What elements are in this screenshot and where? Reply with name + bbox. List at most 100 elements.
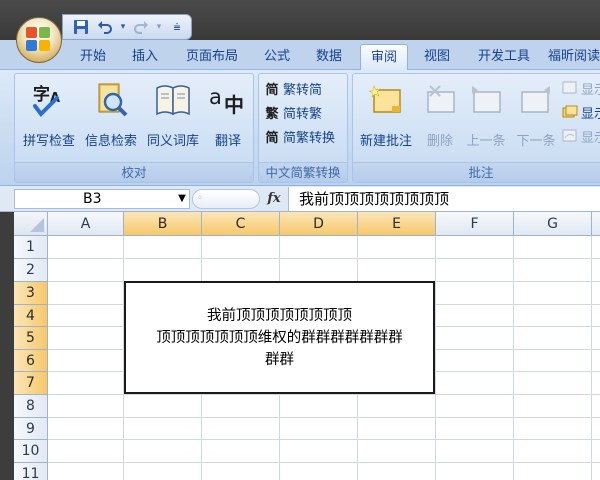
row-header-10[interactable]: 10: [14, 440, 48, 463]
comments-group-label: 批注: [353, 162, 600, 182]
tab-view[interactable]: 视图: [414, 44, 460, 70]
conversion-button[interactable]: 简 简繁转换: [263, 125, 335, 147]
research-label: 信息检索: [84, 134, 137, 149]
gridline: [48, 439, 600, 440]
delete-comment-button[interactable]: 删除: [419, 76, 461, 160]
select-all-button[interactable]: [14, 212, 48, 236]
column-header-g[interactable]: G: [514, 212, 592, 236]
row-header-9[interactable]: 9: [14, 418, 48, 440]
column-header-h[interactable]: [592, 212, 600, 236]
translate-icon: a 中: [208, 80, 248, 120]
show-all-comments-button[interactable]: 显示: [561, 101, 600, 123]
to-traditional-button[interactable]: 繁 简转繁: [263, 101, 322, 123]
conversion-label: 简繁转换: [283, 130, 336, 146]
gridline: [48, 258, 600, 259]
proofing-group-label: 校对: [15, 162, 253, 182]
chinese-conversion-group-label: 中文简繁转换: [259, 162, 347, 182]
insert-function-icon[interactable]: fx: [264, 189, 284, 209]
row-header-8[interactable]: 8: [14, 395, 48, 418]
quick-access-toolbar: ▾ ▾ ⩧: [62, 14, 192, 40]
undo-icon[interactable]: [95, 17, 115, 37]
row-header-7[interactable]: 7: [14, 372, 48, 395]
simplified-icon: 简: [265, 82, 279, 98]
tab-data[interactable]: 数据: [306, 44, 352, 70]
new-comment-label: 新建批注: [359, 134, 412, 149]
row-header-1[interactable]: 1: [14, 236, 48, 259]
thesaurus-button[interactable]: 同义词库: [141, 76, 205, 160]
column-header-b[interactable]: B: [124, 212, 202, 236]
new-comment-button[interactable]: 新建批注: [353, 76, 419, 160]
formula-bar-expand-button[interactable]: ◦: [192, 189, 260, 209]
ribbon-tab-bar: 开始 插入 页面布局 公式 数据 审阅 视图 开发工具 福昕阅读: [0, 40, 600, 70]
customize-icon[interactable]: ⩧: [167, 17, 187, 37]
column-header-d[interactable]: D: [280, 212, 358, 236]
comments-group: 新建批注 删除 上一条 下一条 显 显 显 批注: [352, 73, 600, 183]
row-header-3[interactable]: 3: [14, 282, 48, 305]
worksheet-grid[interactable]: A B C D E F G 1 2 3 4 5 6 7 8 9 10 11 我前…: [14, 212, 600, 480]
tab-developer[interactable]: 开发工具: [466, 44, 542, 70]
spelling-label: 拼写检查: [22, 134, 75, 149]
row-header-4[interactable]: 4: [14, 305, 48, 327]
tab-insert[interactable]: 插入: [122, 44, 168, 70]
new-comment-icon: [366, 80, 406, 120]
tab-formulas[interactable]: 公式: [254, 44, 300, 70]
svg-text:a: a: [209, 85, 222, 109]
row-header-5[interactable]: 5: [14, 327, 48, 350]
next-comment-button[interactable]: 下一条: [511, 76, 561, 160]
formula-bar: B3 ▼ ◦ fx 我前顶顶顶顶顶顶顶顶: [0, 186, 600, 212]
ribbon: 字 A 拼写检查 信息检索 同义词库 a 中 翻译 校对 简 繁转简 繁 简转繁…: [0, 70, 600, 186]
formula-input[interactable]: 我前顶顶顶顶顶顶顶顶: [288, 187, 600, 211]
dropdown-arrow-icon[interactable]: ▾: [119, 17, 127, 37]
dropdown-arrow-icon[interactable]: ▾: [155, 17, 163, 37]
row-header-6[interactable]: 6: [14, 350, 48, 372]
name-box[interactable]: B3: [14, 189, 190, 209]
gridline: [48, 417, 600, 418]
tab-page-layout[interactable]: 页面布局: [176, 44, 248, 70]
row-header-11[interactable]: 11: [14, 463, 48, 480]
show-all-comments-label: 显示: [581, 106, 600, 122]
merged-cell-line-2: 顶顶顶顶顶顶顶维权的群群群群群群群: [156, 330, 403, 346]
previous-comment-icon: [466, 80, 506, 120]
conversion-icon: 简: [265, 130, 279, 146]
merged-cell-line-3: 群群: [265, 352, 294, 368]
show-comment-label: 显示: [581, 82, 600, 98]
show-ink-button[interactable]: 显示: [561, 125, 600, 147]
chinese-conversion-group: 简 繁转简 繁 简转繁 简 简繁转换 中文简繁转换: [258, 73, 348, 183]
column-header-c[interactable]: C: [202, 212, 280, 236]
tab-foxit-reader[interactable]: 福昕阅读: [548, 44, 600, 70]
spelling-button[interactable]: 字 A 拼写检查: [17, 76, 81, 160]
name-box-dropdown-icon[interactable]: ▼: [176, 189, 188, 209]
save-icon[interactable]: [71, 17, 91, 37]
delete-comment-label: 删除: [426, 134, 453, 149]
svg-text:中: 中: [224, 93, 244, 117]
tab-home[interactable]: 开始: [70, 44, 116, 70]
next-comment-icon: [516, 80, 556, 120]
delete-comment-icon: [420, 80, 460, 120]
merged-cell-line-1: 我前顶顶顶顶顶顶顶顶: [207, 308, 352, 324]
translate-button[interactable]: a 中 翻译: [205, 76, 251, 160]
translate-label: 翻译: [214, 134, 241, 149]
to-simplified-button[interactable]: 简 繁转简: [263, 77, 322, 99]
proofing-group: 字 A 拼写检查 信息检索 同义词库 a 中 翻译 校对: [14, 73, 254, 183]
thesaurus-book-icon: [153, 80, 193, 120]
column-header-e[interactable]: E: [358, 212, 436, 236]
row-header-2[interactable]: 2: [14, 259, 48, 282]
previous-comment-button[interactable]: 上一条: [461, 76, 511, 160]
research-button[interactable]: 信息检索: [81, 76, 141, 160]
merged-cell-b3[interactable]: 我前顶顶顶顶顶顶顶顶 顶顶顶顶顶顶顶维权的群群群群群群群 群群: [124, 281, 435, 394]
to-traditional-label: 简转繁: [283, 106, 323, 122]
svg-text:字: 字: [33, 84, 50, 105]
office-button[interactable]: [16, 17, 62, 63]
show-comment-icon: [561, 79, 579, 97]
column-header-f[interactable]: F: [436, 212, 514, 236]
redo-icon[interactable]: [131, 17, 151, 37]
to-simplified-label: 繁转简: [283, 82, 323, 98]
next-comment-label: 下一条: [516, 134, 556, 149]
column-header-a[interactable]: A: [48, 212, 124, 236]
show-ink-label: 显示: [581, 130, 600, 146]
traditional-icon: 繁: [265, 106, 279, 122]
gridline: [48, 394, 600, 395]
tab-review[interactable]: 审阅: [360, 44, 408, 70]
show-hide-comment-button[interactable]: 显示: [561, 77, 600, 99]
spelling-check-icon: 字 A: [29, 80, 69, 120]
